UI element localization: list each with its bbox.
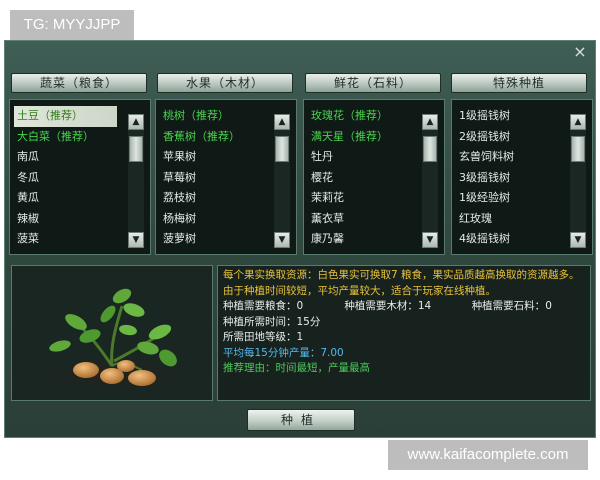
list-item[interactable]: 3级摇钱树 bbox=[456, 168, 566, 189]
recommend-reason-line: 推荐理由：时间最短，产量最高 bbox=[223, 362, 370, 374]
plant-button[interactable]: 种植 bbox=[247, 409, 355, 431]
list-item[interactable]: 4级摇钱树 bbox=[456, 229, 566, 250]
scrollbar[interactable]: ▲ ▼ bbox=[128, 114, 144, 248]
field-level-line: 所需田地等级：1 bbox=[223, 331, 304, 343]
list-item[interactable]: 桃树（推荐） bbox=[160, 106, 270, 127]
list-item[interactable]: 满天星（推荐） bbox=[308, 127, 418, 148]
potato-plant-icon bbox=[32, 288, 192, 394]
scroll-up-icon[interactable]: ▲ bbox=[128, 114, 144, 130]
need-wood-label: 种植需要木材： bbox=[344, 300, 418, 312]
list-item[interactable]: 薰衣草 bbox=[308, 209, 418, 230]
list-item[interactable]: 菠菜 bbox=[14, 229, 124, 250]
need-stone-label: 种植需要石料： bbox=[471, 300, 546, 312]
list-panel-vegetables: 土豆（推荐） 大白菜（推荐） 南瓜 冬瓜 黄瓜 辣椒 菠菜 ▲ ▼ bbox=[9, 99, 151, 255]
crop-description: 每个果实换取资源：白色果实可换取7 粮食，果实品质越高换取的资源越多。由于种植时… bbox=[223, 269, 580, 297]
scrollbar[interactable]: ▲ ▼ bbox=[274, 114, 290, 248]
list-item[interactable]: 红玫瑰 bbox=[456, 209, 566, 230]
scroll-up-icon[interactable]: ▲ bbox=[274, 114, 290, 130]
tab-vegetables[interactable]: 蔬菜（粮食） bbox=[11, 73, 147, 93]
plant-time-line: 种植所需时间：15分 bbox=[223, 315, 321, 328]
scrollbar[interactable]: ▲ ▼ bbox=[570, 114, 586, 248]
tab-flowers[interactable]: 鲜花（石料） bbox=[305, 73, 441, 93]
list-item[interactable]: 玫瑰花（推荐） bbox=[308, 106, 418, 127]
scroll-down-icon[interactable]: ▼ bbox=[274, 232, 290, 248]
list-item[interactable]: 康乃馨 bbox=[308, 229, 418, 250]
list-item[interactable]: 2级摇钱树 bbox=[456, 127, 566, 148]
tab-special[interactable]: 特殊种植 bbox=[451, 73, 587, 93]
yield-line: 平均每15分钟产量：7.00 bbox=[223, 346, 344, 359]
close-icon[interactable]: × bbox=[571, 43, 589, 61]
crop-list: 1级摇钱树 2级摇钱树 玄兽饲料树 3级摇钱树 1级经验树 红玫瑰 4级摇钱树 bbox=[456, 106, 566, 250]
list-item[interactable]: 土豆（推荐） bbox=[14, 106, 117, 127]
list-item[interactable]: 黄瓜 bbox=[14, 188, 124, 209]
scroll-up-icon[interactable]: ▲ bbox=[422, 114, 438, 130]
crop-list: 玫瑰花（推荐） 满天星（推荐） 牡丹 樱花 茉莉花 薰衣草 康乃馨 bbox=[308, 106, 418, 250]
scroll-down-icon[interactable]: ▼ bbox=[128, 232, 144, 248]
need-food-label: 种植需要粮食： bbox=[223, 300, 297, 312]
scroll-thumb[interactable] bbox=[423, 136, 437, 162]
watermark-bottom: www.kaifacomplete.com bbox=[388, 440, 588, 470]
list-item[interactable]: 1级摇钱树 bbox=[456, 106, 566, 127]
window-title-faded bbox=[205, 45, 385, 63]
list-item[interactable]: 苹果树 bbox=[160, 147, 270, 168]
list-panel-fruits: 桃树（推荐） 香蕉树（推荐） 苹果树 草莓树 荔枝树 杨梅树 菠萝树 ▲ ▼ bbox=[155, 99, 297, 255]
list-item[interactable]: 辣椒 bbox=[14, 209, 124, 230]
list-item[interactable]: 牡丹 bbox=[308, 147, 418, 168]
crop-list: 土豆（推荐） 大白菜（推荐） 南瓜 冬瓜 黄瓜 辣椒 菠菜 bbox=[14, 106, 124, 250]
list-item[interactable]: 草莓树 bbox=[160, 168, 270, 189]
list-panel-special: 1级摇钱树 2级摇钱树 玄兽饲料树 3级摇钱树 1级经验树 红玫瑰 4级摇钱树 … bbox=[451, 99, 593, 255]
scrollbar[interactable]: ▲ ▼ bbox=[422, 114, 438, 248]
crop-info-panel: 每个果实换取资源：白色果实可换取7 粮食，果实品质越高换取的资源越多。由于种植时… bbox=[217, 265, 591, 401]
list-item[interactable]: 荔枝树 bbox=[160, 188, 270, 209]
list-item[interactable]: 1级经验树 bbox=[456, 188, 566, 209]
list-panel-flowers: 玫瑰花（推荐） 满天星（推荐） 牡丹 樱花 茉莉花 薰衣草 康乃馨 ▲ ▼ bbox=[303, 99, 445, 255]
list-item[interactable]: 大白菜（推荐） bbox=[14, 127, 124, 148]
need-wood-value: 14 bbox=[417, 300, 432, 312]
need-stone-value: 0 bbox=[545, 300, 552, 312]
crop-preview-panel bbox=[11, 265, 213, 401]
need-food-value: 0 bbox=[296, 300, 304, 312]
scroll-thumb[interactable] bbox=[129, 136, 143, 162]
list-item[interactable]: 杨梅树 bbox=[160, 209, 270, 230]
list-item[interactable]: 南瓜 bbox=[14, 147, 124, 168]
scroll-down-icon[interactable]: ▼ bbox=[570, 232, 586, 248]
list-item[interactable]: 樱花 bbox=[308, 168, 418, 189]
scroll-up-icon[interactable]: ▲ bbox=[570, 114, 586, 130]
watermark-top: TG: MYYJJPP bbox=[10, 10, 134, 40]
tab-fruits[interactable]: 水果（木材） bbox=[157, 73, 293, 93]
list-item[interactable]: 冬瓜 bbox=[14, 168, 124, 189]
list-item[interactable]: 玄兽饲料树 bbox=[456, 147, 566, 168]
scroll-thumb[interactable] bbox=[275, 136, 289, 162]
planting-window: × 蔬菜（粮食） 水果（木材） 鲜花（石料） 特殊种植 土豆（推荐） 大白菜（推… bbox=[4, 40, 596, 438]
crop-list: 桃树（推荐） 香蕉树（推荐） 苹果树 草莓树 荔枝树 杨梅树 菠萝树 bbox=[160, 106, 270, 250]
list-item[interactable]: 茉莉花 bbox=[308, 188, 418, 209]
list-item[interactable]: 菠萝树 bbox=[160, 229, 270, 250]
scroll-down-icon[interactable]: ▼ bbox=[422, 232, 438, 248]
list-item[interactable]: 香蕉树（推荐） bbox=[160, 127, 270, 148]
scroll-thumb[interactable] bbox=[571, 136, 585, 162]
requirements-line: 种植需要粮食：0 种植需要木材：14 种植需要石料：0 bbox=[223, 299, 585, 315]
